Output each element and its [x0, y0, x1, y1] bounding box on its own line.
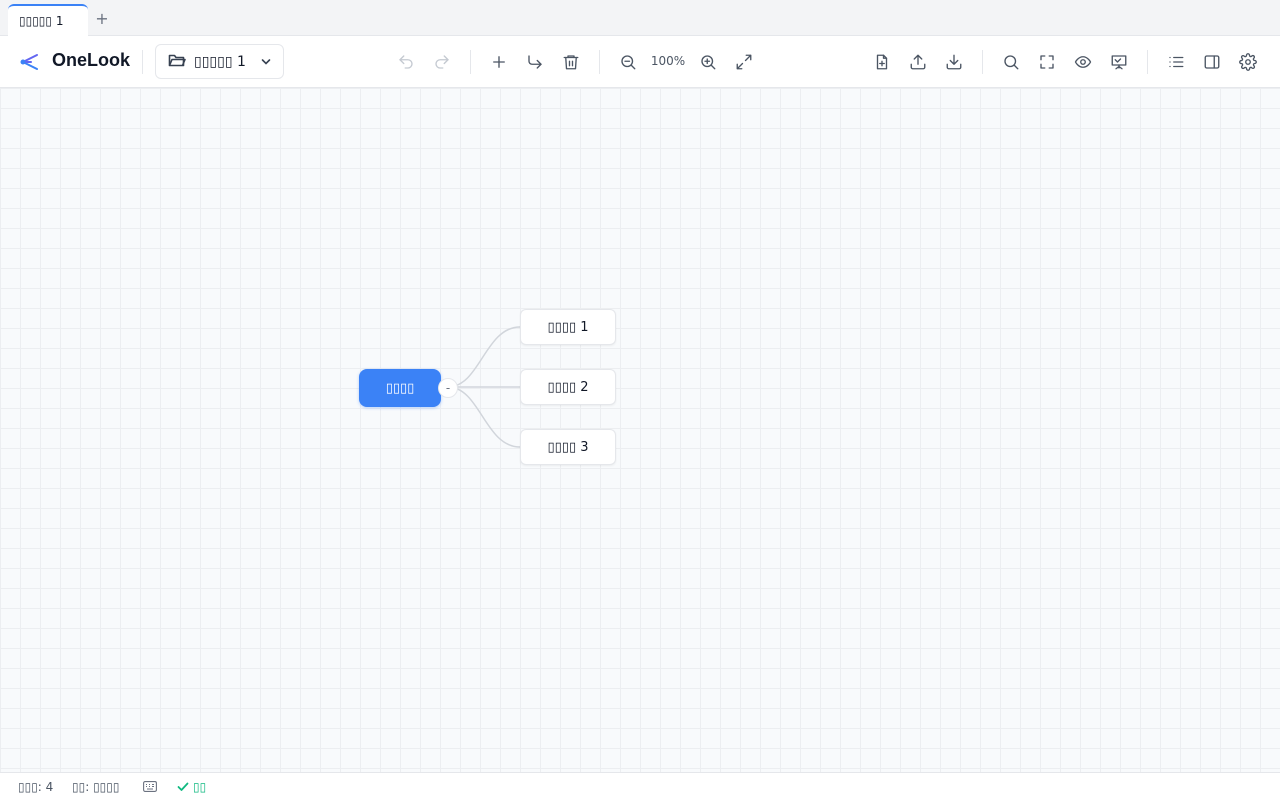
settings-icon: [1239, 53, 1257, 71]
child-node-1[interactable]: ▯▯▯▯ 1: [520, 309, 616, 345]
download-icon: [946, 54, 962, 70]
root-node[interactable]: ▯▯▯▯: [359, 369, 441, 407]
presentation-icon: [1111, 55, 1127, 70]
upload-button[interactable]: [906, 50, 930, 74]
node-count: ▯▯▯: 4: [18, 780, 54, 794]
new-file-icon: [876, 54, 888, 70]
upload-icon: [910, 54, 926, 70]
presentation-button[interactable]: [1107, 50, 1131, 74]
save-status-label: ▯▯: [193, 780, 207, 794]
child-node-2[interactable]: ▯▯▯▯ 2: [520, 369, 616, 405]
search-button[interactable]: [999, 50, 1023, 74]
divider: [142, 50, 143, 74]
divider: [470, 50, 471, 74]
add-child-button[interactable]: [523, 50, 547, 74]
zoom-in-button[interactable]: [696, 50, 720, 74]
folder-open-icon: [168, 52, 186, 72]
add-node-button[interactable]: [487, 50, 511, 74]
add-child-icon: [528, 55, 542, 69]
child-node-label: ▯▯▯▯ 1: [547, 319, 589, 335]
fullscreen-icon: [1040, 55, 1054, 69]
preview-button[interactable]: [1071, 50, 1095, 74]
layout-status: ▯▯: ▯▯▯▯: [72, 780, 120, 794]
add-node-icon: [493, 56, 505, 68]
settings-button[interactable]: [1236, 50, 1260, 74]
connector-line: [447, 386, 521, 448]
outline-button[interactable]: [1164, 50, 1188, 74]
outline-icon: [1169, 56, 1184, 68]
child-node-3[interactable]: ▯▯▯▯ 3: [520, 429, 616, 465]
undo-icon: [399, 55, 413, 69]
download-button[interactable]: [942, 50, 966, 74]
sidebar-toggle-button[interactable]: [1200, 50, 1224, 74]
divider: [982, 50, 983, 74]
tab-label: ▯▯▯▯▯ 1: [19, 14, 64, 28]
search-icon: [1004, 55, 1019, 70]
child-node-label: ▯▯▯▯ 3: [547, 439, 589, 455]
redo-icon: [435, 55, 449, 69]
connector-line: [447, 326, 521, 388]
fullscreen-button[interactable]: [1035, 50, 1059, 74]
zoom-out-icon: [621, 55, 636, 70]
status-bar: ▯▯▯: 4 ▯▯: ▯▯▯▯ ▯▯: [0, 772, 1280, 800]
node-connectors: [447, 326, 521, 448]
preview-icon: [1074, 56, 1092, 68]
fit-view-icon: [736, 54, 752, 70]
divider: [1147, 50, 1148, 74]
divider: [599, 50, 600, 74]
root-node-label: ▯▯▯▯: [385, 380, 415, 396]
zoom-out-button[interactable]: [616, 50, 640, 74]
zoom-in-icon: [701, 55, 716, 70]
add-tab-button[interactable]: +: [93, 8, 111, 28]
chevron-down-icon: [261, 54, 271, 70]
child-node-label: ▯▯▯▯ 2: [547, 379, 589, 395]
delete-button[interactable]: [559, 50, 583, 74]
file-selector-label: ▯▯▯▯▯ 1: [194, 53, 246, 70]
zoom-level[interactable]: 100%: [648, 54, 688, 68]
save-status: ▯▯: [177, 780, 206, 794]
app-name: OneLook: [52, 50, 131, 70]
tab-bar: ▯▯▯▯▯ 1 +: [0, 0, 1280, 36]
mindmap-canvas[interactable]: ▯▯▯▯ - ▯▯▯▯ 1 ▯▯▯▯ 2 ▯▯▯▯ 3: [0, 88, 1280, 772]
mindmap-logo-icon: [20, 53, 40, 71]
undo-button[interactable]: [394, 50, 418, 74]
sidebar-icon: [1204, 55, 1220, 69]
fit-view-button[interactable]: [732, 50, 756, 74]
tab-file-1[interactable]: ▯▯▯▯▯ 1: [8, 4, 88, 36]
keyboard-icon[interactable]: [143, 781, 157, 795]
collapse-toggle-button[interactable]: -: [438, 378, 458, 398]
main-toolbar: OneLook ▯▯▯▯▯ 1 100%: [0, 36, 1280, 88]
redo-button[interactable]: [430, 50, 454, 74]
delete-icon: [563, 55, 579, 70]
new-file-button[interactable]: [870, 50, 894, 74]
check-icon: [177, 782, 189, 791]
file-selector-dropdown[interactable]: ▯▯▯▯▯ 1: [155, 44, 284, 79]
